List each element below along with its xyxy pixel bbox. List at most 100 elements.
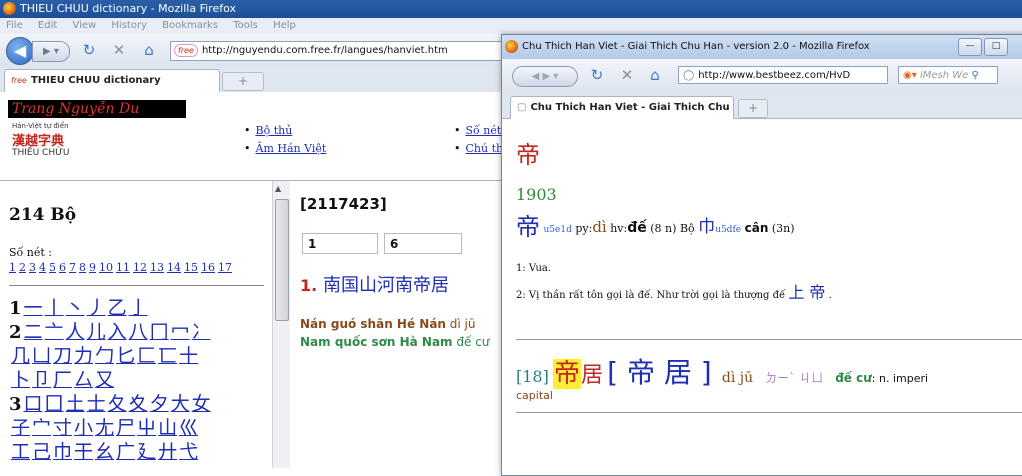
tab-chu-thich-han-viet[interactable]: ▢Chu Thich Han Viet - Giai Thich Chu H..… [510, 96, 734, 135]
radical-link[interactable]: 巛 [179, 417, 198, 439]
menu-history[interactable]: History [111, 20, 147, 31]
menu-tools[interactable]: Tools [233, 20, 258, 31]
new-tab-button[interactable]: + [222, 72, 264, 91]
radical-link[interactable]: 乙 [108, 297, 127, 319]
radical-link[interactable]: 十 [179, 345, 198, 367]
radical-link[interactable]: 夕 [150, 393, 169, 415]
radical-link[interactable]: 又 [95, 369, 114, 391]
menu-edit[interactable]: Edit [38, 20, 57, 31]
radical-link[interactable]: 大 [171, 393, 190, 415]
search-icon[interactable]: ⚲ [971, 70, 978, 81]
link-am-han-viet[interactable]: Âm Hán Việt [244, 142, 327, 155]
sentence-text[interactable]: 南国山河南帝居 [323, 275, 449, 296]
radical-link[interactable]: 夂 [108, 393, 127, 415]
popup-new-tab-button[interactable]: + [738, 99, 768, 118]
stop-icon[interactable]: ✕ [110, 41, 128, 59]
left-pane-scrollbar[interactable]: ▲ [272, 181, 290, 468]
stroke-link[interactable]: 13 [150, 261, 164, 274]
stroke-link[interactable]: 4 [39, 261, 46, 274]
radical-link[interactable]: 力 [74, 345, 93, 367]
radical-link[interactable]: 宀 [32, 417, 51, 439]
link-so-net[interactable]: Số nét [454, 124, 502, 137]
radical-link[interactable]: 囗 [45, 393, 64, 415]
stroke-link[interactable]: 8 [79, 261, 86, 274]
radical-link[interactable]: 小 [74, 417, 93, 439]
link-chu-thich[interactable]: Chú th [454, 142, 504, 155]
radical-link[interactable]: 干 [74, 441, 93, 463]
stroke-link[interactable]: 2 [19, 261, 26, 274]
radical-link[interactable]: 儿 [87, 321, 106, 343]
stroke-link[interactable]: 1 [9, 261, 16, 274]
back-button[interactable]: ◀ [6, 37, 34, 65]
radical-link[interactable]: 亅 [129, 297, 148, 319]
radical-link[interactable]: 尸 [116, 417, 135, 439]
stroke-link[interactable]: 5 [49, 261, 56, 274]
home-icon[interactable]: ⌂ [140, 41, 158, 59]
radical-link[interactable]: 凵 [32, 345, 51, 367]
radical-link[interactable]: 人 [66, 321, 85, 343]
popup-back-forward-button[interactable]: ◀ ▶ ▾ [512, 66, 578, 87]
radical-link[interactable]: 匸 [158, 345, 177, 367]
menu-file[interactable]: File [6, 20, 23, 31]
radical-link[interactable]: 廾 [158, 441, 177, 463]
stroke-link[interactable]: 6 [59, 261, 66, 274]
radical-link[interactable]: 丨 [45, 297, 64, 319]
popup-home-icon[interactable]: ⌂ [646, 66, 664, 84]
radical-link[interactable]: 卩 [32, 369, 51, 391]
radical-link[interactable]: 巾 [53, 441, 72, 463]
radical-link[interactable]: 弋 [179, 441, 198, 463]
radical-link[interactable]: 二 [24, 321, 43, 343]
radical-link[interactable]: 工 [11, 441, 30, 463]
radical-link[interactable]: 勹 [95, 345, 114, 367]
radical-link[interactable]: 刀 [53, 345, 72, 367]
lookup-field-2[interactable]: 6 [384, 233, 462, 254]
radical-link[interactable]: 广 [116, 441, 135, 463]
popup-stop-icon[interactable]: ✕ [618, 66, 636, 84]
radical-link[interactable]: 子 [11, 417, 30, 439]
menu-help[interactable]: Help [273, 20, 296, 31]
tab-thieu-chuu[interactable]: free THIEU CHUU dictionary [4, 69, 220, 92]
popup-search-box[interactable]: ◉▾ iMesh We ⚲ [898, 66, 998, 84]
stroke-link[interactable]: 11 [116, 261, 130, 274]
radical-link[interactable]: 屮 [137, 417, 156, 439]
radical-link[interactable]: 匕 [116, 345, 135, 367]
stroke-link[interactable]: 3 [29, 261, 36, 274]
stroke-link[interactable]: 15 [184, 261, 198, 274]
minimize-icon[interactable]: — [958, 38, 982, 56]
radical-link[interactable]: 尢 [95, 417, 114, 439]
stroke-link[interactable]: 7 [69, 261, 76, 274]
scroll-up-arrow-icon[interactable]: ▲ [275, 184, 281, 193]
radical-link[interactable]: 卜 [11, 369, 30, 391]
stroke-link[interactable]: 17 [218, 261, 232, 274]
radical-link[interactable]: 冖 [171, 321, 190, 343]
radical-link[interactable]: 丿 [87, 297, 106, 319]
radical-link[interactable]: 一 [24, 297, 43, 319]
stroke-link[interactable]: 16 [201, 261, 215, 274]
radical-link[interactable]: 丶 [66, 297, 85, 319]
stroke-link[interactable]: 10 [99, 261, 113, 274]
site-logo[interactable]: Trang Nguyễn Du [8, 100, 186, 118]
radical-link[interactable]: 己 [32, 441, 51, 463]
radical-link[interactable]: 口 [24, 393, 43, 415]
radical-link[interactable]: 入 [108, 321, 127, 343]
radical-link[interactable]: 女 [192, 393, 211, 415]
radical-link[interactable]: 幺 [95, 441, 114, 463]
radical-link[interactable]: 几 [11, 345, 30, 367]
radical-link[interactable]: 厶 [74, 369, 93, 391]
reload-icon[interactable]: ↻ [80, 41, 98, 59]
lookup-field-1[interactable]: 1 [302, 233, 378, 254]
stroke-link[interactable]: 12 [133, 261, 147, 274]
radical-link[interactable]: 士 [87, 393, 106, 415]
radical-link[interactable]: 土 [66, 393, 85, 415]
radical-link[interactable]: 山 [158, 417, 177, 439]
radical-link[interactable]: 寸 [53, 417, 72, 439]
menu-view[interactable]: View [72, 20, 96, 31]
main-url-bar[interactable]: free http://nguyendu.com.free.fr/langues/… [170, 41, 512, 61]
radical-link[interactable]: 冂 [150, 321, 169, 343]
radical-link[interactable]: 廴 [137, 441, 156, 463]
radical-link[interactable]: 冫 [192, 321, 211, 343]
link-bo-thu[interactable]: Bộ thủ [244, 124, 293, 137]
stroke-link[interactable]: 14 [167, 261, 181, 274]
scroll-thumb[interactable] [275, 199, 289, 321]
forward-button[interactable]: ▶ ▾ [32, 41, 70, 62]
